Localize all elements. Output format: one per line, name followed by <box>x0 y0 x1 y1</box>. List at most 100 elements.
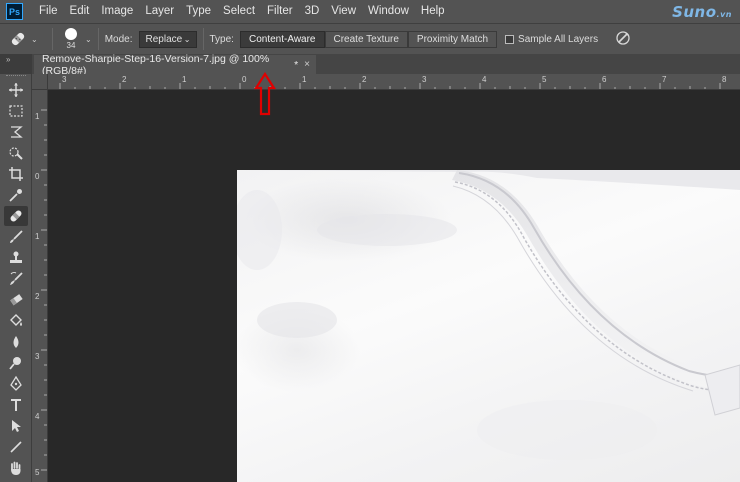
quick-selection-tool[interactable] <box>4 143 28 163</box>
options-bar: ⌄ 34 ⌄ Mode: Replace ⌄ Type: Content-Awa… <box>0 23 740 54</box>
brush-icon <box>10 230 23 243</box>
separator <box>97 28 99 50</box>
ruler-top-label: 3 <box>422 75 427 84</box>
hand-icon <box>11 461 21 475</box>
tools-panel <box>0 74 32 482</box>
sample-all-layers-label: Sample All Layers <box>518 33 599 45</box>
eraser-icon <box>10 294 23 306</box>
document-canvas[interactable] <box>48 90 740 482</box>
watermark-suffix: .vn <box>716 10 732 19</box>
document-tab-strip: » Remove-Sharpie-Step-16-Version-7.jpg @… <box>0 53 740 77</box>
ruler-top-label: 1 <box>302 75 307 84</box>
dodge-tool[interactable] <box>4 353 28 373</box>
healing-brush-icon <box>11 32 25 46</box>
mode-select[interactable]: Replace ⌄ <box>138 30 197 48</box>
path-selection-icon <box>12 420 21 432</box>
separator <box>52 28 53 50</box>
ruler-left-label: 5 <box>35 468 40 477</box>
tool-preset-picker[interactable]: ⌄ <box>8 27 46 51</box>
panel-grip[interactable] <box>6 75 26 78</box>
mode-value: Replace <box>145 33 183 45</box>
separator <box>202 28 204 50</box>
type-tool[interactable] <box>4 395 28 415</box>
type-create-texture-button[interactable]: Create Texture <box>324 30 408 48</box>
type-content-aware-button[interactable]: Content-Aware <box>239 30 325 48</box>
lasso-tool[interactable] <box>4 122 28 142</box>
type-label: Type: <box>209 33 234 45</box>
ruler-top-label: 6 <box>602 75 607 84</box>
pressure-size-button[interactable] <box>614 29 632 50</box>
blur-icon <box>13 336 19 348</box>
menu-layer[interactable]: Layer <box>139 0 180 23</box>
ruler-ticks <box>59 83 721 89</box>
menu-3d[interactable]: 3D <box>299 0 326 23</box>
pen-tool[interactable] <box>4 374 28 394</box>
watermark-text: Suno <box>672 3 717 21</box>
marquee-icon <box>9 105 23 117</box>
menu-help[interactable]: Help <box>415 0 451 23</box>
move-tool[interactable] <box>4 80 28 100</box>
menu-file[interactable]: File <box>33 0 64 23</box>
eyedropper-tool[interactable] <box>4 185 28 205</box>
mode-label: Mode: <box>104 33 133 45</box>
document-modified-marker: * <box>294 58 299 71</box>
ruler-top-label: 1 <box>182 75 187 84</box>
eraser-tool[interactable] <box>4 290 28 310</box>
menu-window[interactable]: Window <box>362 0 415 23</box>
brush-tip-icon <box>65 28 77 40</box>
marquee-tool[interactable] <box>4 101 28 121</box>
healing-brush-tool[interactable] <box>4 206 28 226</box>
ruler-top-label: 4 <box>482 75 487 84</box>
eyedropper-icon <box>9 189 22 202</box>
shirt-collar-photo <box>232 170 740 460</box>
ruler-corner[interactable] <box>32 74 48 90</box>
chevron-down-icon: ⌄ <box>183 34 191 44</box>
ruler-left-label: 1 <box>35 232 40 241</box>
type-proximity-match-button[interactable]: Proximity Match <box>407 30 498 48</box>
line-icon <box>10 441 22 453</box>
crop-tool[interactable] <box>4 164 28 184</box>
menu-select[interactable]: Select <box>217 0 261 23</box>
menu-edit[interactable]: Edit <box>64 0 96 23</box>
ruler-left-label: 4 <box>35 412 40 421</box>
paint-bucket-tool[interactable] <box>4 311 28 331</box>
ruler-left-label: 2 <box>35 292 40 301</box>
dodge-icon <box>9 357 21 370</box>
watermark-logo: Suno.vn <box>672 3 732 21</box>
ruler-top-label: 0 <box>242 75 247 84</box>
menu-filter[interactable]: Filter <box>261 0 299 23</box>
healing-brush-icon <box>10 210 22 222</box>
ruler-left-label: 0 <box>35 172 40 181</box>
ruler-left-label: 1 <box>35 112 40 121</box>
history-brush-tool[interactable] <box>4 269 28 289</box>
menu-type[interactable]: Type <box>180 0 217 23</box>
vertical-ruler[interactable]: 1 0 1 2 3 4 5 <box>32 90 48 482</box>
menu-image[interactable]: Image <box>95 0 139 23</box>
path-selection-tool[interactable] <box>4 416 28 436</box>
menu-view[interactable]: View <box>325 0 362 23</box>
ruler-top-label: 2 <box>362 75 367 84</box>
brush-tool[interactable] <box>4 227 28 247</box>
annotation-arrow-icon <box>254 72 276 116</box>
clone-stamp-icon <box>10 251 22 263</box>
checkbox-box[interactable] <box>505 34 515 44</box>
line-tool[interactable] <box>4 437 28 457</box>
brush-picker[interactable]: 34 ⌄ <box>63 28 92 50</box>
clone-stamp-tool[interactable] <box>4 248 28 268</box>
pen-icon <box>10 376 22 391</box>
horizontal-ruler[interactable]: 3 2 1 0 1 2 3 4 5 6 7 8 <box>32 74 740 90</box>
panel-collapse-icon[interactable]: » <box>0 54 32 74</box>
close-icon[interactable]: × <box>304 59 310 70</box>
hand-tool[interactable] <box>4 458 28 478</box>
pressure-pen-icon <box>616 30 630 45</box>
crop-icon <box>9 167 23 181</box>
document-image[interactable] <box>232 170 740 482</box>
type-icon <box>11 399 21 411</box>
blur-tool[interactable] <box>4 332 28 352</box>
sample-all-layers-checkbox[interactable]: Sample All Layers <box>505 34 598 45</box>
chevron-down-icon: ⌄ <box>85 34 92 44</box>
chevron-down-icon: ⌄ <box>31 34 38 44</box>
menu-bar: Ps File Edit Image Layer Type Select Fil… <box>0 0 740 23</box>
photoshop-logo-icon: Ps <box>6 3 23 20</box>
history-brush-icon <box>10 272 23 285</box>
